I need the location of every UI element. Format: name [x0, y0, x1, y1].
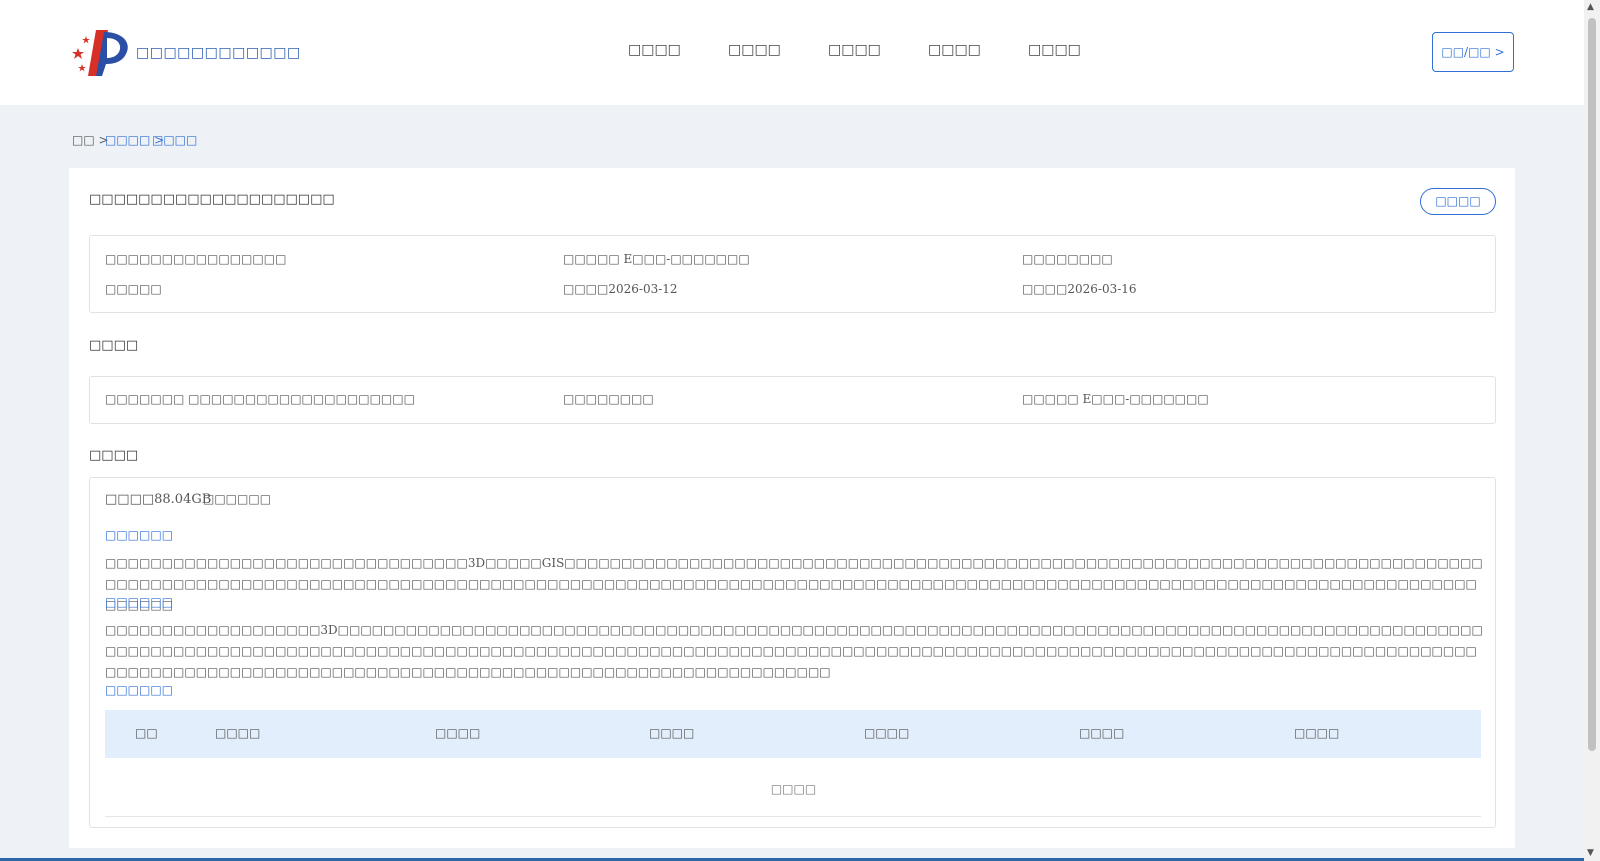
dataset-title: □□□□□□□□□□□□□□□□□□□□ — [89, 192, 335, 207]
nav-item-2[interactable]: □□□□ — [728, 42, 781, 58]
subsection-title-scope: □□□□□□ — [105, 595, 174, 609]
provider-cell: □□□□□□□□ — [563, 392, 654, 406]
table-header-cell: □□□□ — [864, 726, 910, 740]
nav-item-3[interactable]: □□□□ — [828, 42, 881, 58]
scrollbar-thumb[interactable] — [1588, 18, 1596, 751]
site-logo-icon[interactable] — [72, 28, 132, 78]
page-scrollbar[interactable]: ▲ ▼ — [1584, 0, 1600, 861]
table-header-cell: □□ — [135, 726, 158, 740]
meta-cell: □□□□□□□□ — [1022, 252, 1113, 266]
provider-info-box: □□□□□□□ □□□□□□□□□□□□□□□□□□□□ □□□□□□□□ □□… — [89, 376, 1496, 424]
publish-date: □□□□2026-03-12 — [563, 282, 678, 296]
meta-cell: □□□□□ — [105, 282, 162, 296]
site-brand[interactable]: □□□□□□□□□□□□ — [136, 45, 301, 61]
table-header-cell: □□□□ — [215, 726, 261, 740]
data-format: □□□□□□ — [203, 492, 272, 506]
table-header-cell: □□□□ — [1079, 726, 1125, 740]
nav-item-4[interactable]: □□□□ — [928, 42, 981, 58]
table-header-cell: □□□□ — [435, 726, 481, 740]
table-divider — [105, 816, 1481, 817]
table-header-cell: □□□□ — [649, 726, 695, 740]
breadcrumb-home[interactable]: □□ > — [72, 133, 109, 147]
section-title-details: □□□□ — [89, 448, 139, 463]
details-box: □□□□88.04GB □□□□□□ □□□□□□ □□□□□□□□□□□□□□… — [89, 477, 1496, 828]
subsection-title-intro: □□□□□□ — [105, 528, 174, 542]
meta-cell: □□□□□ E□□□-□□□□□□□ — [563, 252, 750, 266]
dataset-detail-card: □□□□□□□□□□□□□□□□□□□□ □□□□ □□□□□□□□□□□□□□… — [69, 168, 1515, 848]
site-header: □□□□□□□□□□□□ □□□□ □□□□ □□□□ □□□□ □□□□ □□… — [0, 0, 1584, 105]
update-date: □□□□2026-03-16 — [1022, 282, 1137, 296]
intro-paragraph: □□□□□□□□□□□□□□□□□□□□□□□□□□□□□□□□3D□□□□□G… — [105, 556, 1483, 612]
table-empty-state: □□□□ — [770, 782, 817, 796]
file-table-header: □□ □□□□ □□□□ □□□□ □□□□ □□□□ □□□□ — [105, 710, 1481, 758]
table-header-cell: □□□□ — [1294, 726, 1340, 740]
scope-paragraph: □□□□□□□□□□□□□□□□□□□3D□□□□□□□□□□□□□□□□□□□… — [105, 623, 1483, 679]
meta-info-box: □□□□□□□□□□□□□□□□ □□□□□ E□□□-□□□□□□□ □□□□… — [89, 235, 1496, 313]
nav-item-1[interactable]: □□□□ — [628, 42, 681, 58]
scroll-up-arrow-icon[interactable]: ▲ — [1587, 2, 1594, 12]
login-register-button[interactable]: □□/□□ > — [1432, 32, 1514, 72]
meta-cell: □□□□□□□□□□□□□□□□ — [105, 252, 287, 266]
scroll-down-arrow-icon[interactable]: ▼ — [1587, 848, 1594, 858]
nav-item-5[interactable]: □□□□ — [1028, 42, 1081, 58]
data-size: □□□□88.04GB — [105, 492, 212, 507]
subsection-title-files: □□□□□□ — [105, 683, 174, 697]
favorite-button[interactable]: □□□□ — [1420, 188, 1496, 215]
section-title-provider: □□□□ — [89, 338, 139, 353]
breadcrumb-current: □□□□ — [152, 133, 198, 147]
provider-cell: □□□□□□□ □□□□□□□□□□□□□□□□□□□□ — [105, 392, 415, 406]
provider-cell: □□□□□ E□□□-□□□□□□□ — [1022, 392, 1209, 406]
page: □□□□□□□□□□□□ □□□□ □□□□ □□□□ □□□□ □□□□ □□… — [0, 0, 1584, 861]
